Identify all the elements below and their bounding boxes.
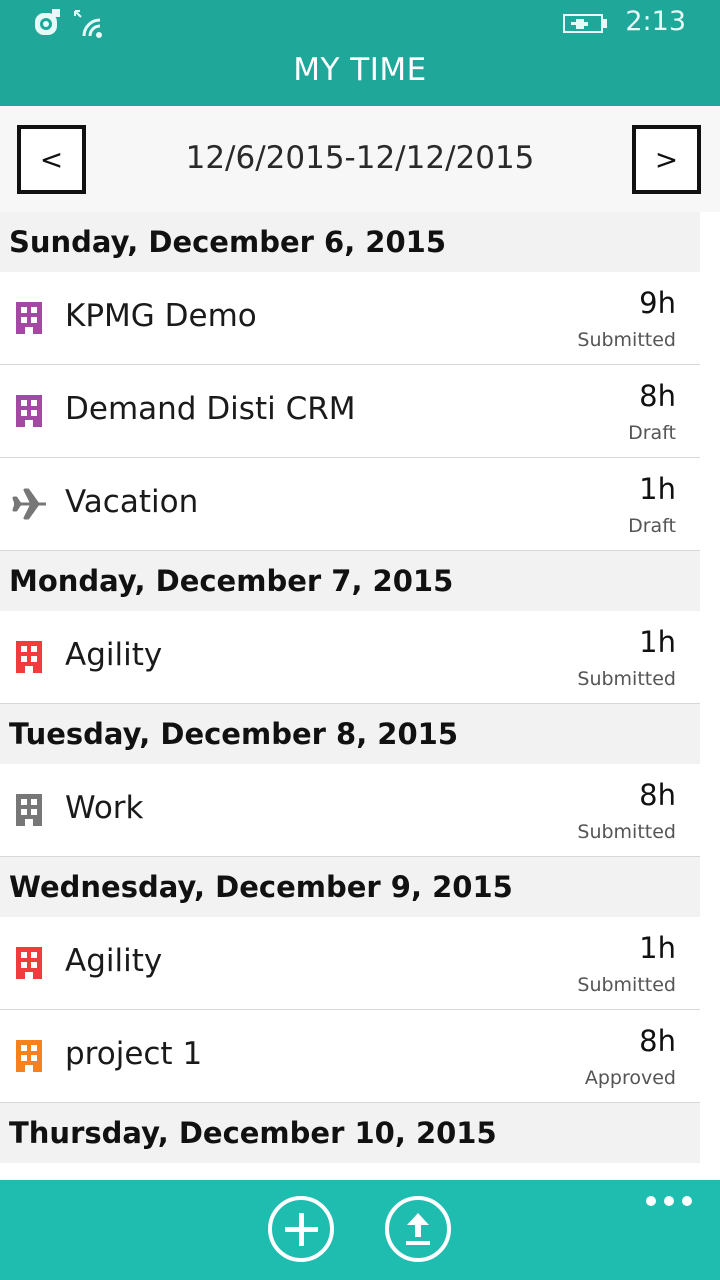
entry-status: Submitted xyxy=(577,329,676,351)
entry-project-name: project 1 xyxy=(65,1036,203,1072)
status-bar: 2:13 xyxy=(0,0,720,46)
time-entry-row[interactable]: Agility 1h Submitted xyxy=(0,917,700,1010)
wifi-icon xyxy=(74,10,102,38)
entry-status: Submitted xyxy=(577,821,676,843)
entry-project-name: KPMG Demo xyxy=(65,298,257,334)
day-header: Sunday, December 6, 2015 xyxy=(0,212,700,272)
entry-status: Submitted xyxy=(577,974,676,996)
building-icon xyxy=(16,1040,42,1072)
building-icon xyxy=(16,302,42,334)
entry-project-name: Work xyxy=(65,790,144,826)
entry-hours: 8h xyxy=(639,379,676,413)
day-header: Monday, December 7, 2015 xyxy=(0,551,700,611)
building-icon xyxy=(16,794,42,826)
entry-project-name: Agility xyxy=(65,943,163,979)
time-entry-row[interactable]: Work 8h Submitted xyxy=(0,764,700,857)
entry-status: Approved xyxy=(584,1067,676,1089)
upload-icon xyxy=(406,1213,430,1245)
entry-hours: 1h xyxy=(639,931,676,965)
more-options-button[interactable] xyxy=(646,1188,692,1214)
building-icon xyxy=(16,395,42,427)
add-icon xyxy=(285,1213,318,1246)
time-entry-row[interactable]: project 1 8h Approved xyxy=(0,1010,700,1103)
more-dot xyxy=(664,1196,674,1206)
app-bar xyxy=(0,1180,720,1280)
week-range-label: 12/6/2015-12/12/2015 xyxy=(185,140,535,176)
add-entry-button[interactable] xyxy=(268,1196,334,1262)
quiet-hours-icon xyxy=(35,9,60,35)
time-entry-row[interactable]: Demand Disti CRM 8h Draft xyxy=(0,365,700,458)
entry-hours: 9h xyxy=(639,286,676,320)
time-entry-row[interactable]: Vacation 1h Draft xyxy=(0,458,700,551)
submit-upload-button[interactable] xyxy=(385,1196,451,1262)
building-icon xyxy=(16,947,42,979)
week-selector: < 12/6/2015-12/12/2015 > xyxy=(0,106,720,212)
entry-status: Submitted xyxy=(577,668,676,690)
time-entries-list[interactable]: Sunday, December 6, 2015 KPMG Demo 9h Submi… xyxy=(0,212,700,1163)
entry-project-name: Agility xyxy=(65,637,163,673)
day-header: Thursday, December 10, 2015 xyxy=(0,1103,700,1163)
clock-time: 2:13 xyxy=(625,6,686,37)
battery-charging-icon xyxy=(563,14,607,33)
day-header: Tuesday, December 8, 2015 xyxy=(0,704,700,764)
previous-week-button[interactable]: < xyxy=(17,125,86,194)
entry-status: Draft xyxy=(628,515,676,537)
entry-hours: 1h xyxy=(639,472,676,506)
entry-hours: 8h xyxy=(639,778,676,812)
day-header: Wednesday, December 9, 2015 xyxy=(0,857,700,917)
next-week-button[interactable]: > xyxy=(632,125,701,194)
building-icon xyxy=(16,641,42,673)
entry-project-name: Vacation xyxy=(65,484,199,520)
entry-project-name: Demand Disti CRM xyxy=(65,391,356,427)
page-title: MY TIME xyxy=(293,52,427,88)
more-dot xyxy=(682,1196,692,1206)
time-entry-row[interactable]: KPMG Demo 9h Submitted xyxy=(0,272,700,365)
entry-hours: 8h xyxy=(639,1024,676,1058)
entry-status: Draft xyxy=(628,422,676,444)
more-dot xyxy=(646,1196,656,1206)
airplane-icon xyxy=(12,488,46,520)
app-header: MY TIME xyxy=(0,46,720,106)
entry-hours: 1h xyxy=(639,625,676,659)
time-entry-row[interactable]: Agility 1h Submitted xyxy=(0,611,700,704)
